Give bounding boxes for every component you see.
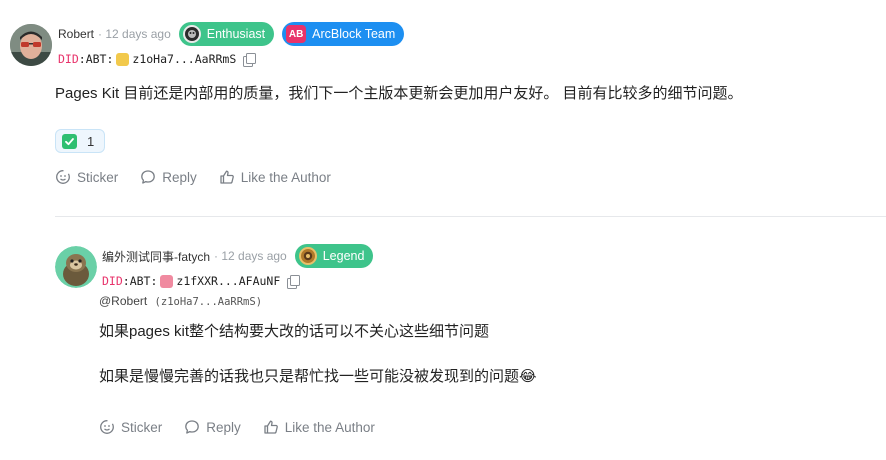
did-avatar-icon xyxy=(116,52,130,66)
reply-label: Reply xyxy=(162,169,197,185)
did-value: z1oHa7...AaRRmS xyxy=(132,52,237,66)
did-chain: :ABT: xyxy=(122,274,158,288)
did-prefix: DID xyxy=(102,274,123,288)
sticker-button[interactable]: Sticker xyxy=(99,419,162,435)
did-prefix: DID xyxy=(58,52,79,66)
comment-line: 如果是慢慢完善的话我也只是帮忙找一些可能没被发现到的问题😂 xyxy=(99,368,537,385)
reply-icon xyxy=(185,420,200,434)
comment-meta: Robert · 12 days ago Enthusiast AB ArcBl… xyxy=(58,22,405,46)
copy-icon[interactable] xyxy=(243,52,257,67)
like-author-button[interactable]: Like the Author xyxy=(263,419,375,435)
comment-meta: 编外测试同事-fatych · 12 days ago Legend xyxy=(102,244,374,268)
mention-did: (z1oHa7...AaRRmS) xyxy=(154,296,263,308)
comment-divider xyxy=(55,216,886,217)
enthusiast-badge-icon xyxy=(182,25,201,43)
comment-body: Pages Kit 目前还是内部用的质量，我们下一个主版本更新会更加用户友好。 … xyxy=(55,85,743,102)
reply-button[interactable]: Reply xyxy=(184,419,241,435)
badge-label: Legend xyxy=(322,249,365,263)
sticker-icon xyxy=(100,420,114,434)
legend-badge-icon xyxy=(298,247,317,265)
badge-label: ArcBlock Team xyxy=(312,27,396,41)
check-mark-icon xyxy=(62,133,77,149)
did-avatar-icon xyxy=(160,274,174,288)
reply-button[interactable]: Reply xyxy=(140,169,197,185)
avatar[interactable] xyxy=(10,24,52,66)
like-label: Like the Author xyxy=(284,419,375,435)
like-label: Like the Author xyxy=(240,169,331,185)
badge-arcblock-team: AB ArcBlock Team xyxy=(282,22,405,46)
sticker-button[interactable]: Sticker xyxy=(55,169,118,185)
reaction-count: 1 xyxy=(87,133,95,149)
did-address: DID :ABT: z1fXXR...AFAuNF xyxy=(102,274,301,289)
author-name[interactable]: 编外测试同事-fatych xyxy=(102,248,210,265)
reaction-chip[interactable]: 1 xyxy=(55,129,106,153)
comment-time: · 12 days ago xyxy=(214,249,287,263)
thumbs-up-icon xyxy=(220,170,234,184)
badge-enthusiast: Enthusiast xyxy=(178,22,275,46)
thumbs-up-icon xyxy=(264,420,278,434)
comment-actions: Sticker Reply Like the Author xyxy=(55,169,353,185)
copy-icon[interactable] xyxy=(287,274,301,289)
badge-legend: Legend xyxy=(294,244,374,268)
like-author-button[interactable]: Like the Author xyxy=(219,169,331,185)
arcblock-logo-icon: AB xyxy=(286,25,307,43)
reply-label: Reply xyxy=(206,419,241,435)
sticker-label: Sticker xyxy=(77,169,119,185)
reply-icon xyxy=(141,170,156,184)
badge-label: Enthusiast xyxy=(206,27,266,41)
did-value: z1fXXR...AFAuNF xyxy=(176,274,281,288)
did-address: DID :ABT: z1oHa7...AaRRmS xyxy=(58,52,257,67)
mention-name[interactable]: @Robert xyxy=(99,294,147,308)
author-name[interactable]: Robert xyxy=(58,27,94,41)
sticker-label: Sticker xyxy=(121,419,163,435)
did-chain: :ABT: xyxy=(78,52,114,66)
comment-time: · 12 days ago xyxy=(98,27,171,41)
reply-mention: @Robert (z1oHa7...AaRRmS) xyxy=(99,294,262,308)
comment-actions: Sticker Reply Like the Author xyxy=(99,419,397,435)
avatar[interactable] xyxy=(55,246,97,288)
sticker-icon xyxy=(56,170,70,184)
comment-line: 如果pages kit整个结构要大改的话可以不关心这些细节问题 xyxy=(99,323,490,340)
